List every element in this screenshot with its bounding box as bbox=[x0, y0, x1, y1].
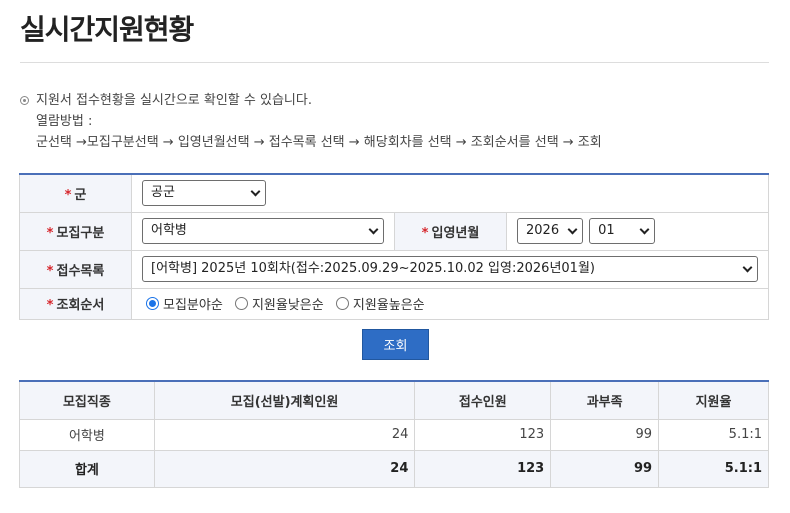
results-table: 모집직종 모집(선발)계획인원 접수인원 과부족 지원율 어학병 24 123 … bbox=[19, 380, 769, 488]
enlist-month-label: * 입영년월 bbox=[394, 211, 507, 251]
results-header-row: 모집직종 모집(선발)계획인원 접수인원 과부족 지원율 bbox=[19, 381, 769, 420]
application-list-select[interactable]: [어학병] 2025년 10회차(접수:2025.09.29~2025.10.0… bbox=[142, 256, 758, 282]
col-header-ratio: 지원율 bbox=[658, 381, 769, 420]
sort-order-label: * 조회순서 bbox=[19, 287, 132, 320]
enlist-year-select[interactable]: 2026 bbox=[517, 218, 583, 244]
chevron-down-icon bbox=[250, 186, 261, 197]
required-mark: * bbox=[64, 187, 72, 203]
notice-line-description: 지원서 접수현황을 실시간으로 확인할 수 있습니다. bbox=[36, 93, 312, 108]
table-total-row: 합계 24 123 99 5.1:1 bbox=[19, 449, 769, 488]
sort-by-rate-desc-radio[interactable]: 지원율높은순 bbox=[335, 294, 425, 313]
chevron-down-icon bbox=[742, 262, 753, 273]
required-mark: * bbox=[46, 225, 54, 241]
cell-total-applied: 123 bbox=[414, 449, 552, 488]
notice-line-steps: 군선택 →모집구분선택 → 입영년월선택 → 접수목록 선택 → 해당회차를 선… bbox=[36, 135, 602, 150]
table-row: 어학병 24 123 99 5.1:1 bbox=[19, 418, 769, 451]
form-row-recruit: * 모집구분 어학병 * 입영년월 2026 01 bbox=[19, 211, 769, 251]
col-header-applied: 접수인원 bbox=[414, 381, 552, 420]
sort-by-field-radio[interactable]: 모집분야순 bbox=[146, 294, 223, 313]
search-form: * 군 공군 * 모집구분 어학병 * 입영년월 2026 01 * 접수목록 … bbox=[19, 173, 769, 320]
cell-total-label: 합계 bbox=[19, 449, 155, 488]
required-mark: * bbox=[421, 225, 429, 241]
notice-line-method-label: 열람방법 : bbox=[36, 114, 93, 129]
col-header-category: 모집직종 bbox=[19, 381, 155, 420]
cell-total-ratio: 5.1:1 bbox=[658, 449, 769, 488]
radio-checked-icon[interactable] bbox=[146, 296, 159, 310]
sort-by-rate-asc-radio[interactable]: 지원율낮은순 bbox=[234, 294, 324, 313]
recruit-type-select[interactable]: 어학병 bbox=[142, 218, 384, 244]
cell-applied: 123 bbox=[414, 418, 552, 451]
chevron-down-icon bbox=[639, 224, 650, 235]
radio-unchecked-icon[interactable] bbox=[234, 296, 248, 310]
cell-category: 어학병 bbox=[19, 418, 155, 451]
application-list-label: * 접수목록 bbox=[19, 249, 132, 289]
recruit-type-label: * 모집구분 bbox=[19, 211, 132, 251]
branch-select[interactable]: 공군 bbox=[142, 180, 266, 207]
col-header-planned: 모집(선발)계획인원 bbox=[153, 381, 416, 420]
form-row-sort-order: * 조회순서 모집분야순 지원율낮은순 지원율높은순 bbox=[19, 287, 769, 320]
cell-total-surplus: 99 bbox=[550, 449, 660, 488]
cell-surplus: 99 bbox=[550, 418, 660, 451]
radio-unchecked-icon[interactable] bbox=[335, 296, 349, 310]
chevron-down-icon bbox=[368, 224, 379, 235]
form-row-application-list: * 접수목록 [어학병] 2025년 10회차(접수:2025.09.29~202… bbox=[19, 249, 769, 289]
title-divider bbox=[20, 62, 769, 63]
branch-label: * 군 bbox=[19, 174, 132, 213]
col-header-surplus: 과부족 bbox=[550, 381, 660, 420]
chevron-down-icon bbox=[567, 224, 578, 235]
notice-box: 지원서 접수현황을 실시간으로 확인할 수 있습니다. 열람방법 : 군선택 →… bbox=[20, 90, 602, 153]
form-row-branch: * 군 공군 bbox=[19, 174, 769, 213]
required-mark: * bbox=[46, 298, 54, 313]
required-mark: * bbox=[46, 263, 54, 279]
circle-bullet-icon bbox=[20, 96, 29, 105]
search-button[interactable]: 조회 bbox=[362, 329, 429, 360]
page-title: 실시간지원현황 bbox=[20, 13, 194, 46]
cell-planned: 24 bbox=[153, 418, 416, 451]
enlist-month-select[interactable]: 01 bbox=[589, 218, 656, 244]
cell-ratio: 5.1:1 bbox=[658, 418, 769, 451]
cell-total-planned: 24 bbox=[153, 449, 416, 488]
